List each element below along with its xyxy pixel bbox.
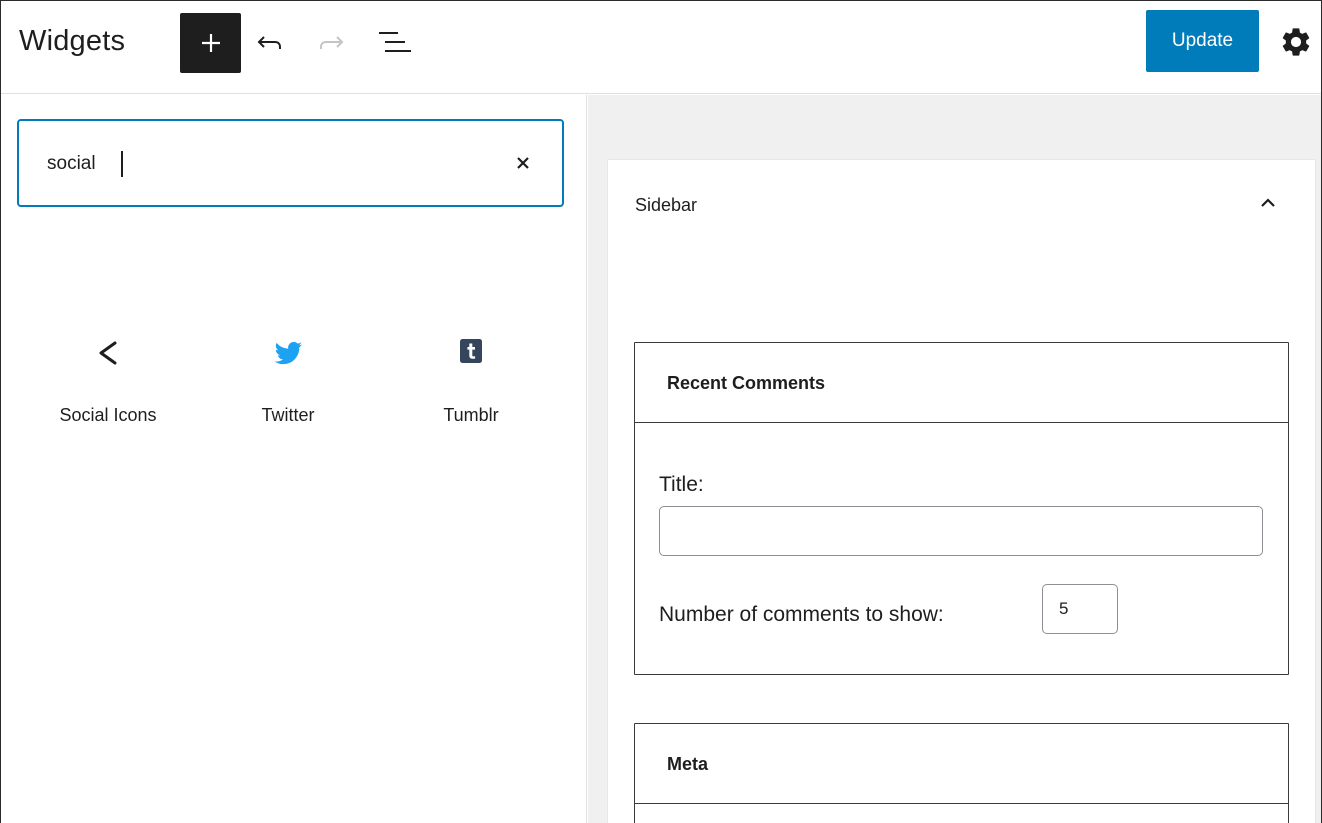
clear-search-button[interactable]: [509, 149, 537, 177]
comments-count-label: Number of comments to show:: [659, 603, 944, 626]
editor-header: Widgets Update: [1, 1, 1321, 94]
editor-canvas: Sidebar Recent Comments Title: Number of…: [588, 95, 1321, 823]
undo-button[interactable]: [254, 27, 286, 59]
block-result-tumblr[interactable]: Tumblr: [386, 333, 556, 443]
undo-icon: [257, 36, 281, 49]
collapse-widget-area-button[interactable]: [1253, 188, 1283, 218]
share-icon: [99, 341, 117, 365]
block-search-box: [17, 119, 564, 207]
settings-button[interactable]: [1279, 25, 1313, 59]
widget-header: Recent Comments: [635, 343, 1288, 423]
update-button[interactable]: Update: [1146, 10, 1259, 72]
block-result-label: Twitter: [261, 405, 315, 425]
redo-icon: [320, 36, 344, 49]
block-result-twitter[interactable]: Twitter: [203, 333, 373, 443]
gear-icon: [1282, 28, 1310, 56]
text-cursor: [121, 151, 123, 177]
block-result-label: Tumblr: [443, 405, 499, 425]
widget-meta[interactable]: Meta: [634, 723, 1289, 823]
widget-area-title: Sidebar: [635, 195, 698, 215]
block-search-input[interactable]: [47, 149, 487, 179]
title-field-label: Title:: [659, 473, 704, 496]
close-icon: [517, 157, 529, 169]
widget-recent-comments[interactable]: Recent Comments Title: Number of comment…: [634, 342, 1289, 675]
tumblr-icon: [460, 339, 482, 363]
block-inserter-toggle-button[interactable]: [180, 13, 241, 73]
widgets-editor: Widgets Update social Social Icons Twitt…: [0, 0, 1322, 823]
page-title: Widgets: [19, 25, 126, 57]
twitter-icon: [274, 341, 302, 365]
redo-button[interactable]: [315, 27, 347, 59]
widget-header: Meta: [635, 724, 1288, 804]
block-result-social-icons[interactable]: Social Icons: [23, 333, 193, 443]
widget-area-sidebar: Sidebar Recent Comments Title: Number of…: [607, 159, 1316, 823]
block-result-label: Social Icons: [59, 405, 157, 425]
list-view-button[interactable]: [376, 25, 412, 61]
comments-count-input[interactable]: [1042, 584, 1118, 634]
title-field-input[interactable]: [659, 506, 1263, 556]
chevron-up-icon: [1261, 198, 1275, 207]
plus-icon: [202, 34, 220, 52]
block-inserter-panel: Social Icons Twitter Tumblr: [1, 95, 587, 823]
widget-title: Recent Comments: [667, 373, 826, 393]
widget-title: Meta: [667, 754, 709, 774]
list-view-icon: [379, 32, 411, 52]
